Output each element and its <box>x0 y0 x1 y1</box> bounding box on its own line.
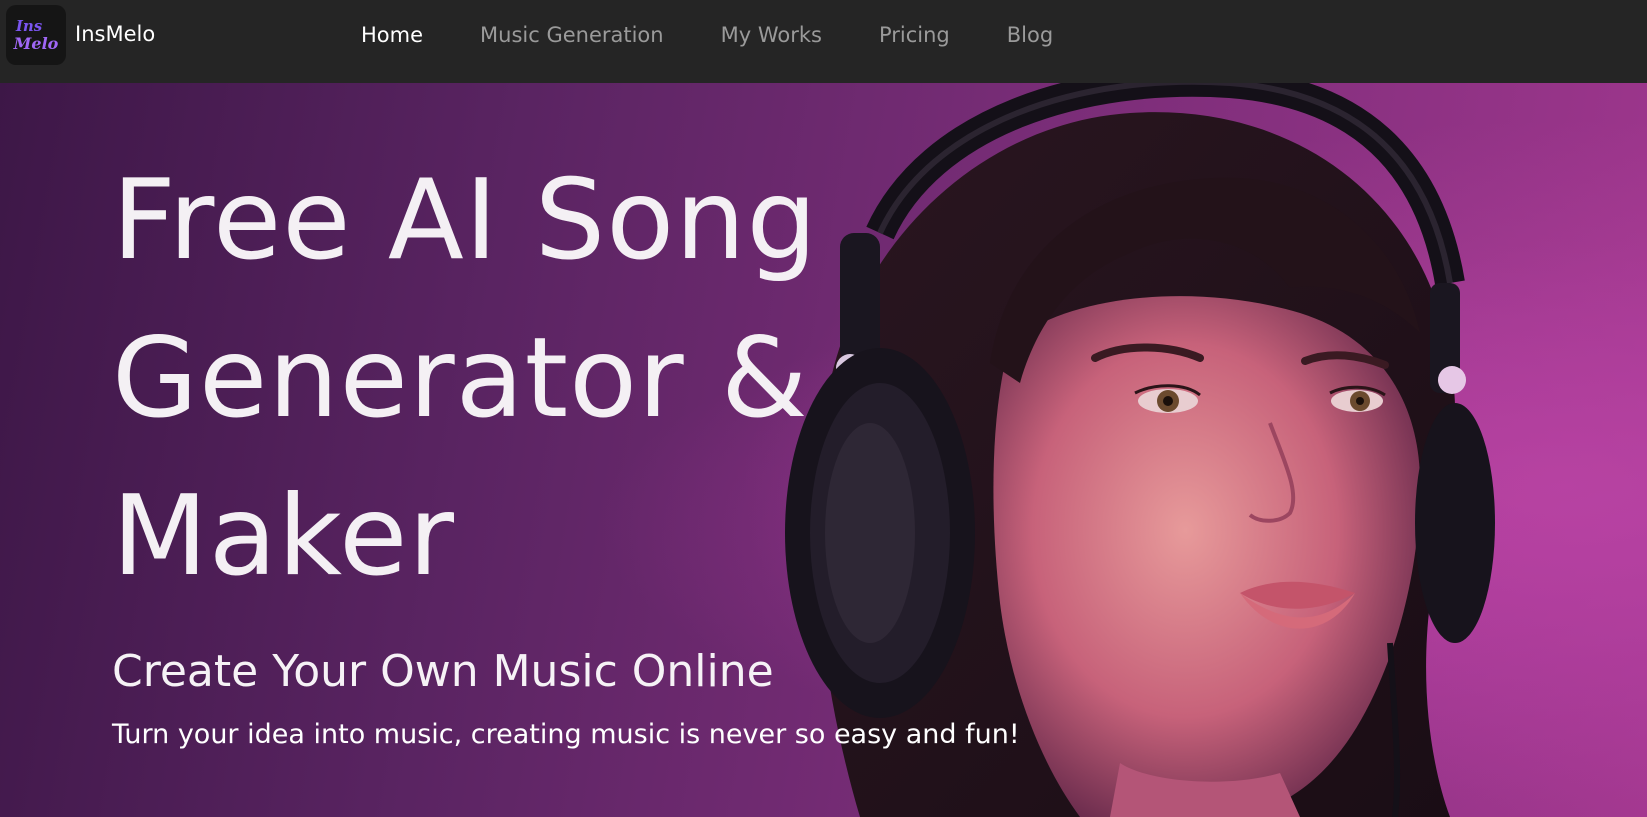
nav-music-generation[interactable]: Music Generation <box>480 22 664 48</box>
main-nav: Home Music Generation My Works Pricing B… <box>361 22 1110 48</box>
nav-my-works[interactable]: My Works <box>721 22 822 48</box>
hero-subtitle: Create Your Own Music Online <box>112 646 774 697</box>
brand-name[interactable]: InsMelo <box>75 21 155 47</box>
insmelo-logo[interactable]: Ins Melo <box>6 5 66 65</box>
hero-section: Free AI Song Generator & Maker Create Yo… <box>0 83 1647 817</box>
nav-blog[interactable]: Blog <box>1007 22 1053 48</box>
logo-text-ins: Ins <box>15 17 43 35</box>
top-navbar: Ins Melo InsMelo Home Music Generation M… <box>0 0 1647 83</box>
hero-title: Free AI Song Generator & Maker <box>112 156 818 601</box>
logo-text-melo: Melo <box>13 34 59 53</box>
hero-description: Turn your idea into music, creating musi… <box>112 719 1020 750</box>
nav-pricing[interactable]: Pricing <box>879 22 950 48</box>
nav-home[interactable]: Home <box>361 22 423 48</box>
